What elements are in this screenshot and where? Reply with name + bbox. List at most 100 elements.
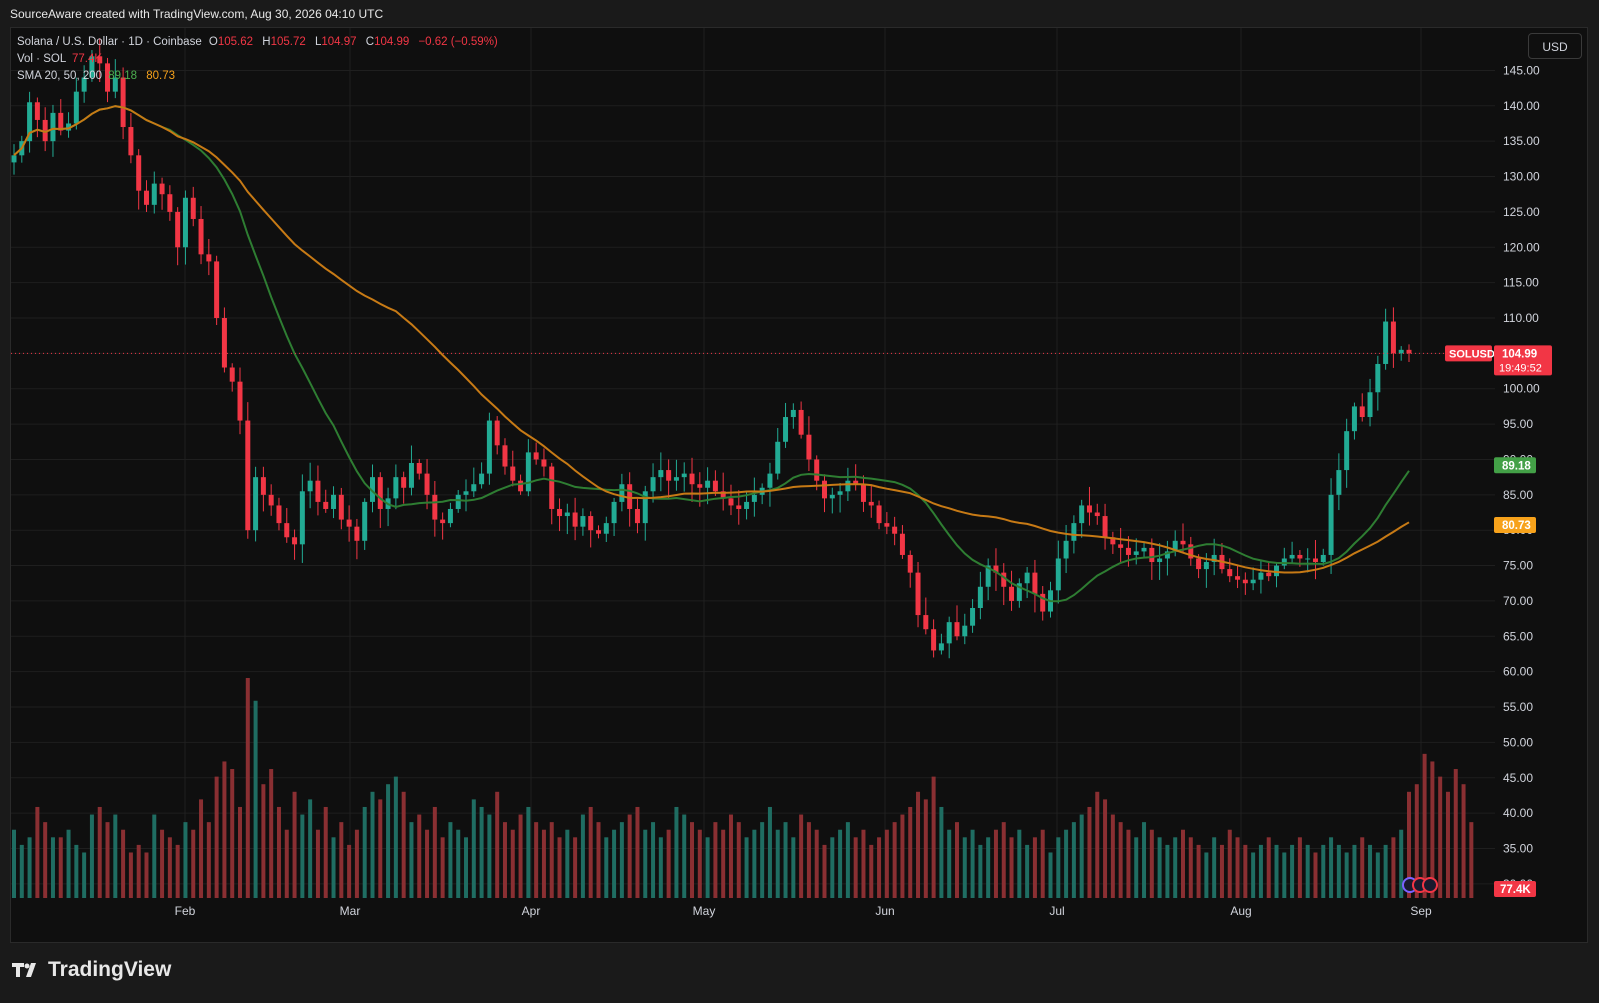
candle-body <box>595 530 601 534</box>
candle-body <box>533 452 539 460</box>
volume-bar <box>1142 822 1147 898</box>
candle-body <box>860 484 866 502</box>
candle-body <box>229 367 235 382</box>
candle-body <box>845 480 851 492</box>
volume-bar <box>105 822 110 898</box>
candle-body <box>1406 349 1412 354</box>
volume-bar <box>1368 844 1373 898</box>
volume-bar <box>713 822 718 898</box>
legend-volume-row: Vol · SOL 77.4K <box>17 51 504 68</box>
candle-body <box>1250 579 1256 584</box>
volume-bar <box>160 829 165 898</box>
volume-bar <box>1134 837 1139 898</box>
volume-bar <box>362 806 367 898</box>
volume-bar <box>1165 844 1170 898</box>
candle-body <box>136 155 142 191</box>
volume-bar <box>799 814 804 898</box>
volume-bar <box>339 822 344 898</box>
volume-bar <box>35 806 40 898</box>
volume-bar <box>1079 814 1084 898</box>
candle-body <box>159 183 165 195</box>
volume-bar <box>253 700 258 898</box>
candle-body <box>783 417 789 442</box>
candle-body <box>1305 558 1311 560</box>
candle-body <box>128 127 134 156</box>
volume-bar <box>1258 844 1263 898</box>
volume-bar <box>1009 837 1014 898</box>
volume-bar <box>417 814 422 898</box>
candle-body <box>486 420 492 474</box>
volume-bar <box>1103 799 1108 898</box>
volume-bar <box>1274 844 1279 898</box>
brand[interactable]: TradingView <box>12 958 171 982</box>
volume-bar <box>916 791 921 898</box>
candle-body <box>175 211 181 248</box>
volume-bar <box>1375 852 1380 898</box>
candle-body <box>393 477 399 499</box>
price-chart[interactable]: 30.0035.0040.0045.0050.0055.0060.0065.00… <box>0 0 1599 1003</box>
volume-bar <box>495 791 500 898</box>
volume-bar <box>658 837 663 898</box>
volume-bar <box>136 844 141 898</box>
volume-bar <box>1383 844 1388 898</box>
candle-body <box>580 516 586 527</box>
volume-bar <box>1157 837 1162 898</box>
volume-bar <box>814 829 819 898</box>
candle-body <box>822 480 828 499</box>
volume-bar <box>97 806 102 898</box>
volume-bar <box>588 806 593 898</box>
candle-body <box>1390 321 1396 354</box>
candle-body <box>1157 558 1163 563</box>
candle-body <box>712 480 718 492</box>
candle-body <box>463 491 469 495</box>
volume-bar <box>908 806 913 898</box>
candle-body <box>73 91 79 124</box>
candle-body <box>549 466 555 509</box>
legend-ohlc-row: Solana / U.S. Dollar · 1D · Coinbase O10… <box>17 34 504 51</box>
volume-bar <box>1445 791 1450 898</box>
candle-body <box>1118 544 1124 548</box>
volume-bar <box>1126 829 1131 898</box>
volume-bar <box>448 822 453 898</box>
volume-bar <box>1204 852 1209 898</box>
countdown-tag: 19:49:52 <box>1499 362 1542 374</box>
volume-bar <box>1071 822 1076 898</box>
candle-body <box>1328 494 1334 555</box>
last-price-tag: 104.99 <box>1502 348 1537 360</box>
candle-body <box>151 183 157 205</box>
volume-bar <box>954 822 959 898</box>
candle-body <box>167 194 173 212</box>
symbol-tag: SOLUSD <box>1449 348 1495 360</box>
volume-bar <box>697 829 702 898</box>
volume-bar <box>1305 844 1310 898</box>
volume-bar <box>1329 837 1334 898</box>
legend-change: −0.62 (−0.59%) <box>418 36 498 48</box>
candle-body <box>11 155 17 163</box>
volume-bar <box>744 837 749 898</box>
volume-bar <box>269 769 274 898</box>
legend-sma-label: SMA 20, 50, 200 <box>17 70 103 82</box>
y-tick-label: 45.00 <box>1503 771 1533 785</box>
currency-button[interactable]: USD <box>1528 33 1582 59</box>
y-tick-label: 100.00 <box>1503 382 1540 396</box>
volume-bar <box>736 822 741 898</box>
volume-bar <box>1360 837 1365 898</box>
candle-body <box>1336 470 1342 495</box>
volume-bar <box>1219 844 1224 898</box>
sma-slow-tag: 80.73 <box>1502 520 1531 532</box>
candle-body <box>338 494 344 520</box>
volume-bar <box>931 776 936 898</box>
volume-bar <box>541 829 546 898</box>
volume-bar <box>152 814 157 898</box>
candle-body <box>307 480 313 492</box>
volume-bar <box>752 829 757 898</box>
candle-body <box>315 480 321 502</box>
candle-body <box>1203 562 1209 570</box>
volume-bar <box>970 829 975 898</box>
volume-bar <box>806 822 811 898</box>
event-flag-icon <box>1422 877 1438 893</box>
volume-bar <box>1017 829 1022 898</box>
candle-body <box>892 526 898 534</box>
candle-body <box>182 197 188 248</box>
volume-bar <box>58 837 63 898</box>
